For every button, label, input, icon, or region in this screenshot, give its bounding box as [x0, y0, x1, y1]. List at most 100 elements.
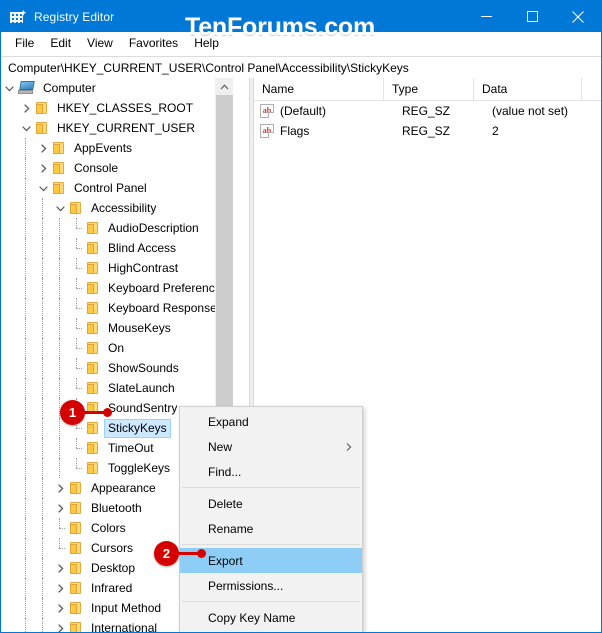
- tree-item-console[interactable]: Console: [1, 158, 233, 178]
- tree-guide: [18, 258, 35, 278]
- tree-item-keyboard-response[interactable]: Keyboard Response: [1, 298, 233, 318]
- chevron-down-icon: [56, 205, 65, 211]
- folder-icon: [86, 222, 100, 234]
- context-menu-item-find[interactable]: Find...: [180, 459, 362, 484]
- tree-connector: [69, 378, 86, 398]
- chevron-down-icon: [39, 185, 48, 191]
- menu-favorites[interactable]: Favorites: [121, 34, 186, 53]
- value-type: REG_SZ: [402, 124, 451, 138]
- tree-guide: [18, 438, 35, 458]
- window-title: Registry Editor: [34, 9, 115, 24]
- tree-guide: [18, 618, 35, 632]
- value-data: 2: [492, 124, 499, 138]
- tree-expand-toggle[interactable]: [35, 138, 52, 158]
- tree-item-label: Colors: [91, 520, 126, 535]
- tree-item-audiodescription[interactable]: AudioDescription: [1, 218, 233, 238]
- context-menu-item-expand[interactable]: Expand: [180, 409, 362, 434]
- tree-guide: [35, 378, 52, 398]
- chevron-right-icon: [58, 583, 64, 593]
- menu-view[interactable]: View: [79, 34, 121, 53]
- tree-item-computer[interactable]: Computer: [1, 78, 233, 98]
- tree-item-label: SlateLaunch: [108, 380, 175, 395]
- tree-guide: [18, 358, 35, 378]
- computer-icon: [18, 81, 35, 95]
- tree-guide: [18, 218, 35, 238]
- tree-item-keyboard-preference[interactable]: Keyboard Preference: [1, 278, 233, 298]
- menu-help[interactable]: Help: [186, 34, 227, 53]
- tree-item-label: TimeOut: [108, 440, 154, 455]
- tree-collapse-toggle[interactable]: [18, 118, 35, 138]
- tree-guide: [18, 598, 35, 618]
- menu-file[interactable]: File: [7, 34, 42, 53]
- context-menu-item-rename[interactable]: Rename: [180, 516, 362, 541]
- tree-item-label: ToggleKeys: [108, 460, 171, 475]
- tree-expand-toggle[interactable]: [18, 98, 35, 118]
- tree-item-on[interactable]: On: [1, 338, 233, 358]
- string-value-icon: ab: [260, 124, 274, 138]
- value-row[interactable]: ab (Default) REG_SZ (value not set): [254, 101, 601, 121]
- tree-expand-toggle[interactable]: [52, 498, 69, 518]
- column-header-type[interactable]: Type: [384, 78, 474, 100]
- maximize-button[interactable]: [509, 1, 555, 32]
- column-header-name[interactable]: Name: [254, 78, 384, 100]
- value-data: (value not set): [492, 104, 569, 118]
- column-header-data[interactable]: Data: [474, 78, 582, 100]
- folder-icon: [86, 302, 100, 314]
- tree-guide: [18, 498, 35, 518]
- tree-guide: [35, 518, 52, 538]
- context-menu-item-label: Delete: [208, 496, 243, 511]
- tree-item-mousekeys[interactable]: MouseKeys: [1, 318, 233, 338]
- tree-item-slatelaunch[interactable]: SlateLaunch: [1, 378, 233, 398]
- tree-collapse-toggle[interactable]: [52, 198, 69, 218]
- tree-expand-toggle[interactable]: [52, 578, 69, 598]
- tree-expand-toggle[interactable]: [52, 558, 69, 578]
- close-button[interactable]: [555, 1, 601, 32]
- tree-expand-toggle[interactable]: [35, 158, 52, 178]
- tree-guide: [52, 458, 69, 478]
- tree-item-label: MouseKeys: [108, 320, 171, 335]
- context-menu-item-copy-key-name[interactable]: Copy Key Name: [180, 605, 362, 630]
- tree-item-blind-access[interactable]: Blind Access: [1, 238, 233, 258]
- tree-item-label: HKEY_CURRENT_USER: [57, 120, 196, 135]
- tree-item-showsounds[interactable]: ShowSounds: [1, 358, 233, 378]
- chevron-right-icon: [58, 503, 64, 513]
- chevron-right-icon: [58, 603, 64, 613]
- tree-guide: [35, 278, 52, 298]
- tree-item-accessibility[interactable]: Accessibility: [1, 198, 233, 218]
- tree-expand-toggle[interactable]: [52, 618, 69, 632]
- folder-icon: [69, 622, 83, 632]
- context-menu-item-new[interactable]: New: [180, 434, 362, 459]
- value-row[interactable]: ab Flags REG_SZ 2: [254, 121, 601, 141]
- context-menu-item-export[interactable]: Export: [180, 548, 362, 573]
- tree-item-label: StickyKeys: [104, 418, 171, 438]
- tree-item-hkey-current-user[interactable]: HKEY_CURRENT_USER: [1, 118, 233, 138]
- tree-item-control-panel[interactable]: Control Panel: [1, 178, 233, 198]
- tree-expand-toggle[interactable]: [52, 478, 69, 498]
- context-menu[interactable]: Expand New Find... Delete Rename Export Permis…: [179, 406, 363, 632]
- context-menu-item-label: New: [208, 439, 233, 454]
- scroll-up-button[interactable]: [216, 78, 233, 95]
- context-menu-item-permissions[interactable]: Permissions...: [180, 573, 362, 598]
- tree-item-label: Control Panel: [74, 180, 147, 195]
- values-list[interactable]: ab (Default) REG_SZ (value not set) ab Flags R…: [254, 101, 601, 141]
- folder-icon: [86, 462, 100, 474]
- tree-item-highcontrast[interactable]: HighContrast: [1, 258, 233, 278]
- tree-item-label: Infrared: [91, 580, 133, 595]
- tree-collapse-toggle[interactable]: [1, 78, 18, 98]
- tree-guide: [35, 298, 52, 318]
- address-bar[interactable]: Computer\HKEY_CURRENT_USER\Control Panel…: [1, 56, 601, 79]
- context-menu-separator: [182, 544, 360, 545]
- menu-edit[interactable]: Edit: [42, 34, 79, 53]
- minimize-button[interactable]: [463, 1, 509, 32]
- context-menu-item-delete[interactable]: Delete: [180, 491, 362, 516]
- tree-guide: [18, 138, 35, 158]
- tree-expand-toggle[interactable]: [52, 598, 69, 618]
- tree-item-label: On: [108, 340, 125, 355]
- tree-collapse-toggle[interactable]: [35, 178, 52, 198]
- tree-item-appevents[interactable]: AppEvents: [1, 138, 233, 158]
- tree-item-hkey-classes-root[interactable]: HKEY_CLASSES_ROOT: [1, 98, 233, 118]
